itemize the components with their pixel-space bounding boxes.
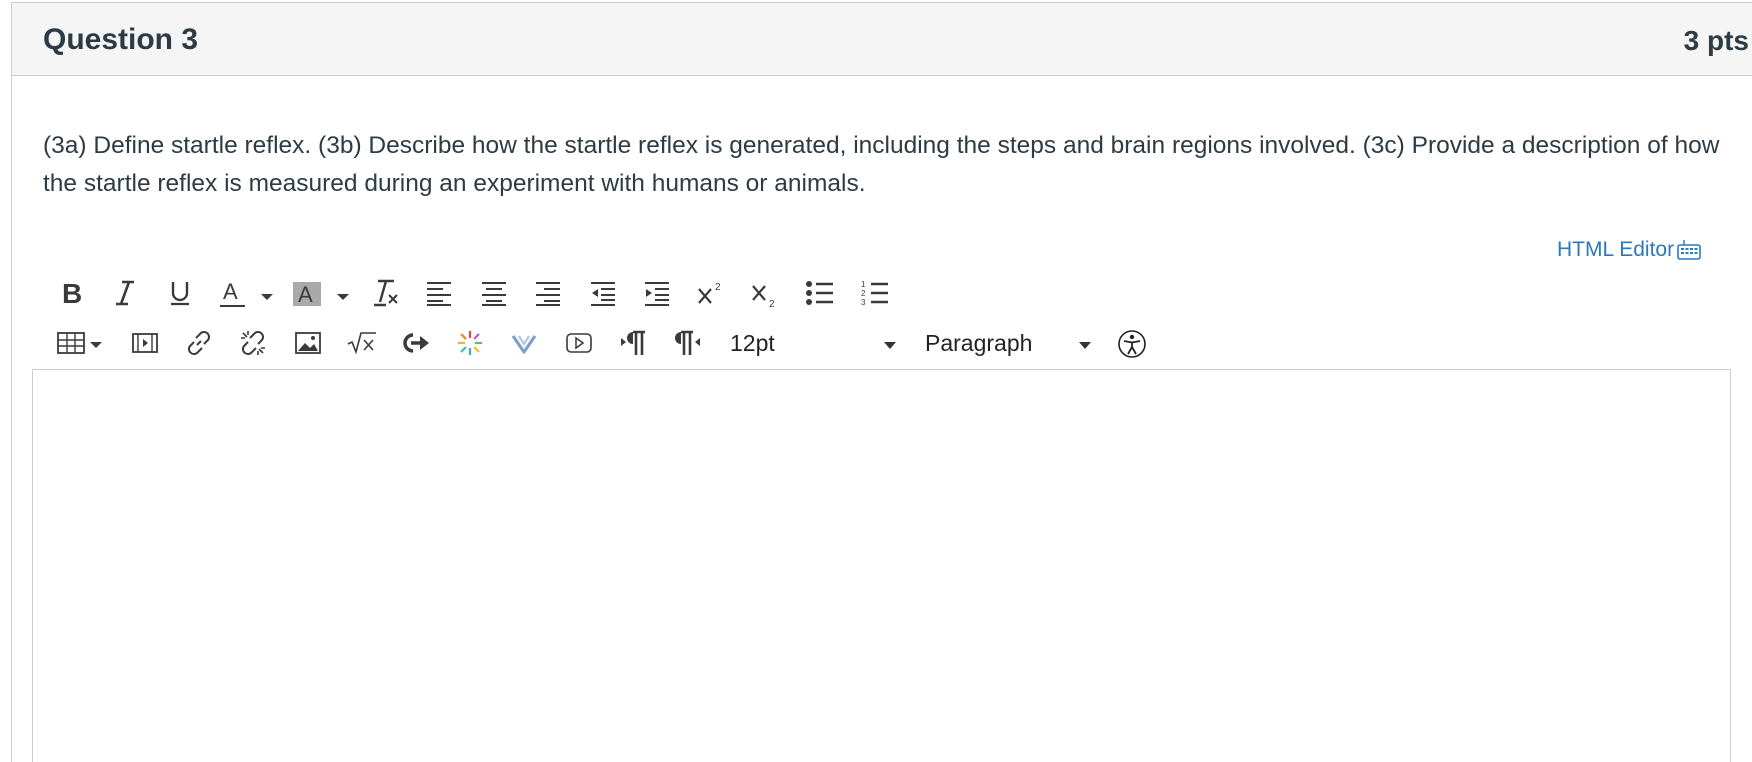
- image-button[interactable]: [293, 328, 323, 358]
- html-editor-label[interactable]: HTML Editor: [1557, 238, 1674, 262]
- link-button[interactable]: [184, 328, 214, 358]
- font-size-value: 12pt: [730, 330, 775, 356]
- numbered-list-icon: 1 2 3: [861, 280, 888, 307]
- question-text: (3a) Define startle reflex. (3b) Describ…: [43, 132, 1720, 197]
- text-color-icon: A: [220, 279, 273, 307]
- rtl-button[interactable]: [672, 328, 702, 358]
- table-icon: [57, 332, 102, 354]
- apps-button[interactable]: [455, 328, 485, 358]
- vimeo-icon: [511, 335, 537, 354]
- vimeo-button[interactable]: [509, 328, 539, 358]
- bullet-list-icon: [806, 281, 833, 305]
- align-right-button[interactable]: [533, 278, 563, 308]
- apps-icon: [458, 331, 482, 355]
- subscript-icon: 2: [752, 285, 775, 310]
- svg-text:2: 2: [769, 299, 775, 310]
- bold-button[interactable]: B: [56, 278, 86, 308]
- table-button[interactable]: [56, 328, 108, 358]
- svg-text:2: 2: [715, 282, 721, 293]
- accessibility-checker-button[interactable]: [1117, 328, 1147, 360]
- font-size-dropdown[interactable]: 12pt: [724, 326, 900, 360]
- equation-icon: [347, 332, 376, 355]
- superscript-icon: 2: [698, 282, 721, 304]
- underline-button[interactable]: [165, 278, 195, 308]
- bold-icon: B: [62, 279, 82, 307]
- image-icon: [295, 332, 321, 354]
- svg-text:B: B: [62, 279, 82, 307]
- align-center-button[interactable]: [479, 278, 509, 308]
- outdent-icon: [591, 282, 615, 306]
- accessibility-icon: [1118, 330, 1146, 358]
- keyboard-icon: [1677, 240, 1701, 260]
- html-editor-link[interactable]: HTML Editor: [1557, 238, 1702, 262]
- video-button[interactable]: [564, 328, 594, 358]
- italic-button[interactable]: [110, 278, 140, 308]
- clear-formatting-icon: [374, 279, 398, 307]
- align-right-icon: [536, 282, 560, 306]
- indent-button[interactable]: [642, 278, 672, 308]
- chevron-down-icon: [1079, 342, 1091, 349]
- ltr-button[interactable]: [618, 328, 648, 358]
- underline-icon: [171, 282, 189, 306]
- question-header: Question 3 3 pts: [12, 3, 1752, 76]
- background-color-icon: A: [293, 282, 349, 307]
- media-icon: [132, 333, 158, 353]
- media-button[interactable]: [130, 328, 160, 358]
- indent-icon: [645, 282, 669, 306]
- question-title: Question 3: [43, 23, 199, 56]
- align-left-button[interactable]: [424, 278, 454, 308]
- align-center-icon: [482, 282, 506, 306]
- link-icon: [188, 331, 210, 355]
- align-left-icon: [427, 282, 451, 306]
- equation-button[interactable]: [346, 328, 378, 358]
- share-icon: [403, 333, 429, 353]
- text-color-button[interactable]: A: [215, 278, 275, 310]
- bullet-list-button[interactable]: [804, 278, 836, 308]
- block-format-dropdown[interactable]: Paragraph: [920, 326, 1096, 360]
- video-icon: [566, 333, 592, 353]
- svg-text:3: 3: [861, 298, 866, 307]
- numbered-list-button[interactable]: 1 2 3: [859, 278, 891, 308]
- subscript-button[interactable]: 2: [750, 278, 780, 310]
- svg-text:1: 1: [861, 280, 866, 289]
- unlink-icon: [241, 331, 265, 355]
- share-button[interactable]: [401, 328, 431, 358]
- outdent-button[interactable]: [588, 278, 618, 308]
- clear-formatting-button[interactable]: [370, 278, 402, 308]
- background-color-button[interactable]: A: [290, 278, 350, 310]
- unlink-button[interactable]: [238, 328, 268, 358]
- chevron-down-icon: [884, 342, 896, 349]
- ltr-icon: [621, 330, 645, 355]
- question-points: 3 pts: [1683, 25, 1749, 56]
- svg-text:A: A: [223, 279, 238, 304]
- svg-text:2: 2: [861, 289, 866, 298]
- italic-icon: [116, 280, 134, 306]
- superscript-button[interactable]: 2: [696, 278, 726, 308]
- rich-text-editor-area[interactable]: [32, 369, 1731, 762]
- svg-text:A: A: [298, 282, 313, 307]
- rtl-icon: [675, 330, 700, 355]
- block-format-value: Paragraph: [925, 330, 1033, 356]
